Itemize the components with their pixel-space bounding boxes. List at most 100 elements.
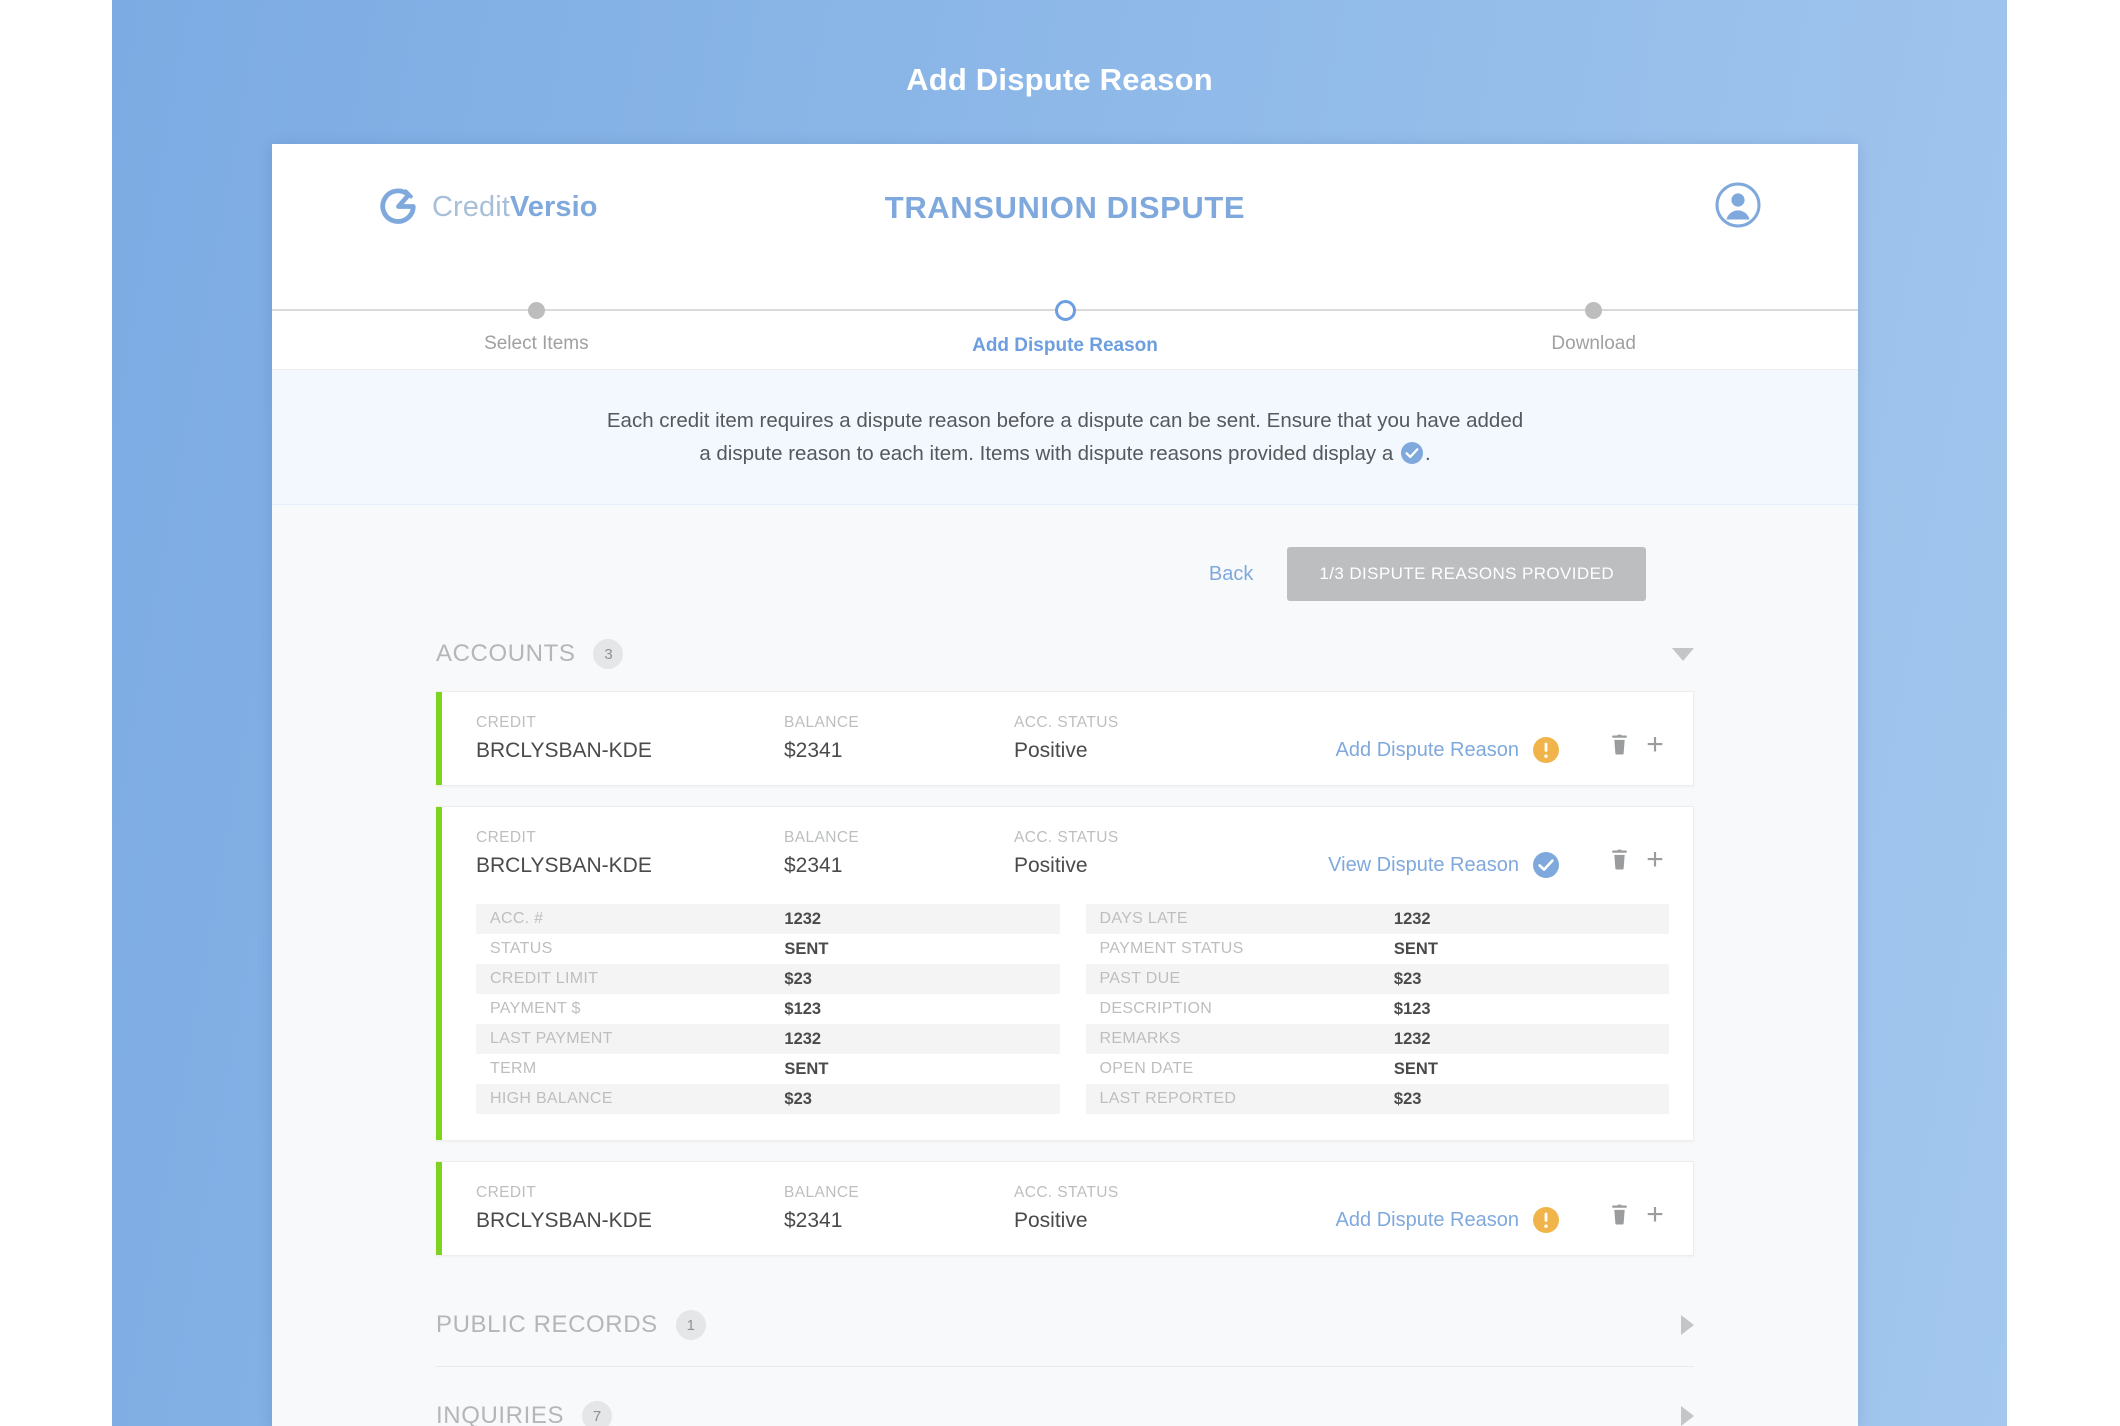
field-acc-status: ACC. STATUS Positive <box>1014 1184 1214 1233</box>
field-value: $2341 <box>784 1209 843 1233</box>
field-value: Positive <box>1014 854 1088 878</box>
detail-value: 1232 <box>1393 1029 1431 1048</box>
detail-row: PAYMENT STATUS SENT <box>1086 934 1670 964</box>
field-label: ACC. STATUS <box>1014 714 1119 732</box>
detail-label: REMARKS <box>1099 1030 1181 1048</box>
detail-row: STATUS SENT <box>476 934 1060 964</box>
chevron-right-icon[interactable] <box>1681 1406 1694 1426</box>
detail-label: PAYMENT $ <box>490 1000 581 1018</box>
info-banner-line-2: a dispute reason to each item. Items wit… <box>442 437 1688 470</box>
plus-icon: + <box>1646 1198 1664 1232</box>
section-title: PUBLIC RECORDS <box>436 1311 658 1339</box>
field-credit: CREDIT BRCLYSBAN-KDE <box>476 829 784 878</box>
section-count-badge: 7 <box>582 1401 613 1426</box>
view-dispute-reason-link[interactable]: View Dispute Reason <box>1328 854 1519 878</box>
detail-label: OPEN DATE <box>1099 1060 1194 1078</box>
step-label: Download <box>1551 333 1636 354</box>
detail-label: PAYMENT STATUS <box>1099 940 1244 958</box>
step-dot-icon <box>527 302 545 319</box>
detail-row: LAST PAYMENT 1232 <box>476 1024 1060 1055</box>
section-header-inquiries[interactable]: INQUIRIES 7 <box>436 1367 1694 1426</box>
field-label: CREDIT <box>476 1184 537 1202</box>
detail-label: LAST PAYMENT <box>490 1030 613 1048</box>
add-button[interactable]: + <box>1637 842 1673 878</box>
detail-value: $123 <box>1393 999 1431 1018</box>
field-label: CREDIT <box>476 829 537 847</box>
field-value: BRCLYSBAN-KDE <box>476 854 652 878</box>
step-label: Add Dispute Reason <box>972 335 1158 356</box>
detail-value: SENT <box>1393 1059 1438 1078</box>
section-header-public-records[interactable]: PUBLIC RECORDS 1 <box>436 1276 1694 1366</box>
detail-label: HIGH BALANCE <box>490 1090 613 1108</box>
step-dot-icon <box>1054 300 1076 321</box>
field-value: Positive <box>1014 1209 1088 1233</box>
detail-label: PAST DUE <box>1099 970 1181 988</box>
bureau-title: TRANSUNION DISPUTE <box>884 190 1246 225</box>
page-title: Add Dispute Reason <box>906 62 1213 97</box>
delete-button[interactable] <box>1601 842 1637 878</box>
detail-label: LAST REPORTED <box>1099 1090 1237 1108</box>
detail-value: SENT <box>784 939 829 958</box>
add-dispute-reason-link[interactable]: Add Dispute Reason <box>1336 739 1519 763</box>
warning-icon <box>1533 1207 1559 1234</box>
delete-button[interactable] <box>1601 1197 1637 1233</box>
step-dot-icon <box>1585 302 1603 319</box>
detail-value: $23 <box>1393 1089 1422 1108</box>
add-dispute-reason-link[interactable]: Add Dispute Reason <box>1336 1209 1519 1233</box>
delete-button[interactable] <box>1601 727 1637 763</box>
check-circle-icon <box>1533 852 1559 879</box>
field-label: CREDIT <box>476 714 537 732</box>
field-acc-status: ACC. STATUS Positive <box>1014 829 1214 878</box>
detail-row: DESCRIPTION $123 <box>1086 994 1670 1024</box>
account-summary-row: CREDIT BRCLYSBAN-KDE BALANCE $2341 ACC. … <box>436 692 1693 785</box>
account-detail-grid: ACC. # 1232 STATUS SENT CREDIT LIMIT $23 <box>436 900 1693 1140</box>
step-label: Select Items <box>484 333 589 354</box>
field-value: Positive <box>1014 739 1088 763</box>
field-label: BALANCE <box>784 714 860 732</box>
action-row: Back 1/3 DISPUTE REASONS PROVIDED <box>272 505 1858 602</box>
detail-column-left: ACC. # 1232 STATUS SENT CREDIT LIMIT $23 <box>476 904 1060 1115</box>
field-balance: BALANCE $2341 <box>784 714 1014 763</box>
detail-row: TERM SENT <box>476 1054 1060 1084</box>
check-circle-icon <box>1400 441 1423 465</box>
detail-label: STATUS <box>490 940 553 958</box>
section-header-accounts[interactable]: ACCOUNTS 3 <box>436 601 1694 691</box>
section-title: ACCOUNTS <box>436 640 576 668</box>
add-button[interactable]: + <box>1637 1197 1673 1233</box>
chevron-right-icon[interactable] <box>1681 1315 1694 1336</box>
user-avatar-icon <box>1715 182 1761 228</box>
progress-stepper: Select Items Add Dispute Reason Download <box>272 270 1858 370</box>
back-button[interactable]: Back <box>1205 557 1257 592</box>
detail-value: 1232 <box>1393 909 1431 928</box>
step-download[interactable]: Download <box>1329 270 1858 357</box>
account-summary-row: CREDIT BRCLYSBAN-KDE BALANCE $2341 ACC. … <box>436 807 1693 900</box>
field-balance: BALANCE $2341 <box>784 1184 1014 1233</box>
content-area: Back 1/3 DISPUTE REASONS PROVIDED ACCOUN… <box>272 505 1858 1426</box>
avatar[interactable] <box>1714 181 1762 229</box>
info-banner-period: . <box>1424 442 1431 466</box>
plus-icon: + <box>1646 728 1664 762</box>
detail-value: SENT <box>1393 939 1438 958</box>
account-card[interactable]: CREDIT BRCLYSBAN-KDE BALANCE $2341 ACC. … <box>436 1161 1694 1257</box>
info-banner: Each credit item requires a dispute reas… <box>272 370 1858 506</box>
field-value: $2341 <box>784 854 843 878</box>
account-card[interactable]: CREDIT BRCLYSBAN-KDE BALANCE $2341 ACC. … <box>436 806 1694 1142</box>
screenshot-root: Add Dispute Reason CreditVersio TRANSUNI… <box>0 0 2120 1426</box>
detail-row: CREDIT LIMIT $23 <box>476 964 1060 995</box>
detail-value: $123 <box>784 999 822 1018</box>
step-select-items[interactable]: Select Items <box>272 270 801 357</box>
trash-icon <box>1611 850 1627 870</box>
chevron-down-icon[interactable] <box>1672 647 1694 661</box>
detail-value: 1232 <box>784 909 822 928</box>
trash-icon <box>1611 1205 1627 1225</box>
section-title: INQUIRIES <box>436 1402 565 1426</box>
warning-icon <box>1533 737 1559 764</box>
add-button[interactable]: + <box>1637 727 1673 763</box>
field-credit: CREDIT BRCLYSBAN-KDE <box>476 1184 784 1233</box>
step-add-dispute-reason[interactable]: Add Dispute Reason <box>801 270 1330 357</box>
sections-wrapper: ACCOUNTS 3 CREDIT BRCLYSBAN-KDE BALANCE <box>272 601 1858 1426</box>
field-value: BRCLYSBAN-KDE <box>476 1209 652 1233</box>
account-card[interactable]: CREDIT BRCLYSBAN-KDE BALANCE $2341 ACC. … <box>436 691 1694 787</box>
field-value: $2341 <box>784 739 843 763</box>
dispute-reasons-progress-button[interactable]: 1/3 DISPUTE REASONS PROVIDED <box>1287 547 1646 602</box>
